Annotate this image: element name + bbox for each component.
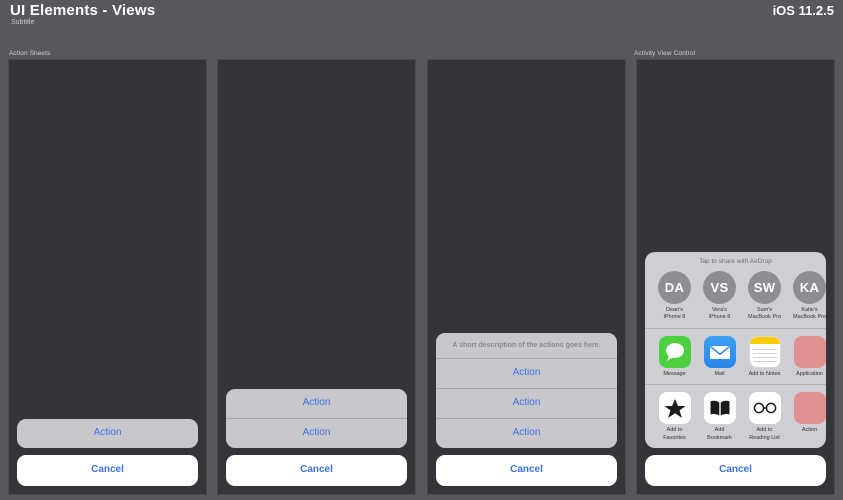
activity-action-label: Add to Reading List (742, 427, 787, 442)
action-sheet-group: Action (17, 419, 198, 448)
label-line-2: iPhone 8 (708, 314, 731, 321)
action-sheet: Action Cancel (17, 419, 198, 486)
activity-action-item[interactable]: Add to Favorites (652, 392, 697, 442)
label-line-2: MacBook Pro (747, 314, 781, 321)
avatar: DA (658, 270, 691, 304)
label-line-2: Bookmark (707, 434, 732, 441)
share-app-item[interactable]: Add to Notes (742, 335, 787, 378)
os-version-label: iOS 11.2.5 (772, 3, 834, 18)
action-sheet-panel-1: Action Cancel (8, 59, 207, 495)
activity-action-item[interactable]: Add to Reading List (742, 392, 787, 442)
share-app-label: Add to Notes (748, 370, 781, 377)
airdrop-target-label: Dean's iPhone 8 (652, 307, 697, 322)
action-sheet: A short description of the actions goes … (436, 332, 617, 486)
activity-action-row[interactable]: Add to Favorites Add Bookmark Add to Rea… (645, 384, 826, 448)
cancel-button[interactable]: Cancel (436, 455, 617, 486)
activity-view-panel: Tap to share with AirDrop DA Dean's iPho… (636, 59, 835, 495)
label-line-1: Vera's (711, 306, 728, 313)
airdrop-title: Tap to share with AirDrop (699, 257, 772, 265)
label-line-1: Add to (756, 427, 773, 434)
share-app-item[interactable]: Application (787, 335, 826, 378)
avatar: KA (793, 270, 826, 304)
action-button[interactable]: Action (436, 418, 617, 448)
activity-action-item[interactable]: Action (787, 392, 826, 434)
label-line-1: Dean's (666, 306, 683, 313)
airdrop-target-label: Sam's MacBook Pro (742, 307, 787, 322)
action-icon (793, 392, 826, 425)
action-sheet-description: A short description of the actions goes … (436, 333, 617, 359)
activity-action-label: Add to Favorites (652, 427, 697, 442)
airdrop-target[interactable]: KA Katie's MacBook Pro (787, 270, 826, 322)
airdrop-target-label: Vera's iPhone 8 (697, 307, 742, 322)
activity-action-label: Add Bookmark (697, 427, 742, 442)
action-button[interactable]: Action (436, 388, 617, 418)
airdrop-target[interactable]: VS Vera's iPhone 8 (697, 270, 742, 322)
book-icon (703, 392, 736, 425)
mail-icon (703, 335, 736, 368)
label-line-1: Katie's (801, 306, 818, 313)
avatar: SW (748, 270, 781, 304)
label-line-2: MacBook Pro (792, 314, 826, 321)
activity-action-label: Action (801, 427, 818, 434)
label-line-2: iPhone 8 (663, 314, 686, 321)
label-line-1: Sam's (756, 306, 773, 313)
label-line-1: Add (714, 427, 725, 434)
action-button[interactable]: Action (17, 419, 198, 448)
share-app-label: Message (663, 370, 686, 377)
star-icon (658, 392, 691, 425)
label-line-2: Reading List (749, 434, 780, 441)
activity-view-controller: Tap to share with AirDrop DA Dean's iPho… (645, 251, 826, 448)
application-icon (793, 335, 826, 368)
label-line-2: Favorites (663, 434, 686, 441)
airdrop-target[interactable]: SW Sam's MacBook Pro (742, 270, 787, 322)
action-sheet-group: A short description of the actions goes … (436, 332, 617, 448)
cancel-button[interactable]: Cancel (645, 455, 826, 486)
action-sheet-panel-2: Action Action Cancel (217, 59, 416, 495)
airdrop-target[interactable]: DA Dean's iPhone 8 (652, 270, 697, 322)
section-label-action-sheets: Action Sheets (9, 50, 51, 57)
activity-action-item[interactable]: Add Bookmark (697, 392, 742, 442)
action-sheet-panel-3: A short description of the actions goes … (427, 59, 626, 495)
glasses-icon (748, 392, 781, 425)
cancel-button[interactable]: Cancel (226, 455, 407, 486)
action-button[interactable]: Action (226, 418, 407, 448)
airdrop-target-row[interactable]: DA Dean's iPhone 8 VS Vera's iPhone 8 SW (645, 269, 826, 328)
action-sheet: Action Action Cancel (226, 389, 407, 486)
message-icon (658, 335, 691, 368)
label-line-1: Add to (666, 427, 683, 434)
share-app-label: Mail (714, 370, 725, 377)
action-button[interactable]: Action (436, 359, 617, 388)
notes-icon (748, 335, 781, 368)
action-button[interactable]: Action (226, 389, 407, 418)
airdrop-target-label: Katie's MacBook Pro (787, 307, 826, 322)
share-app-row[interactable]: Message Mail Add to Notes Application (645, 327, 826, 384)
share-app-item[interactable]: Message (652, 335, 697, 378)
avatar: VS (703, 270, 736, 304)
cancel-button[interactable]: Cancel (17, 455, 198, 486)
section-label-activity-view: Activity View Control (634, 50, 696, 57)
page-subtitle: Subtitle (11, 19, 35, 26)
app-screen: UI Elements - Views Subtitle iOS 11.2.5 … (0, 0, 843, 500)
page-title: UI Elements - Views (10, 2, 156, 19)
action-sheet-group: Action Action (226, 389, 407, 448)
share-app-label: Application (796, 370, 823, 377)
share-app-item[interactable]: Mail (697, 335, 742, 378)
